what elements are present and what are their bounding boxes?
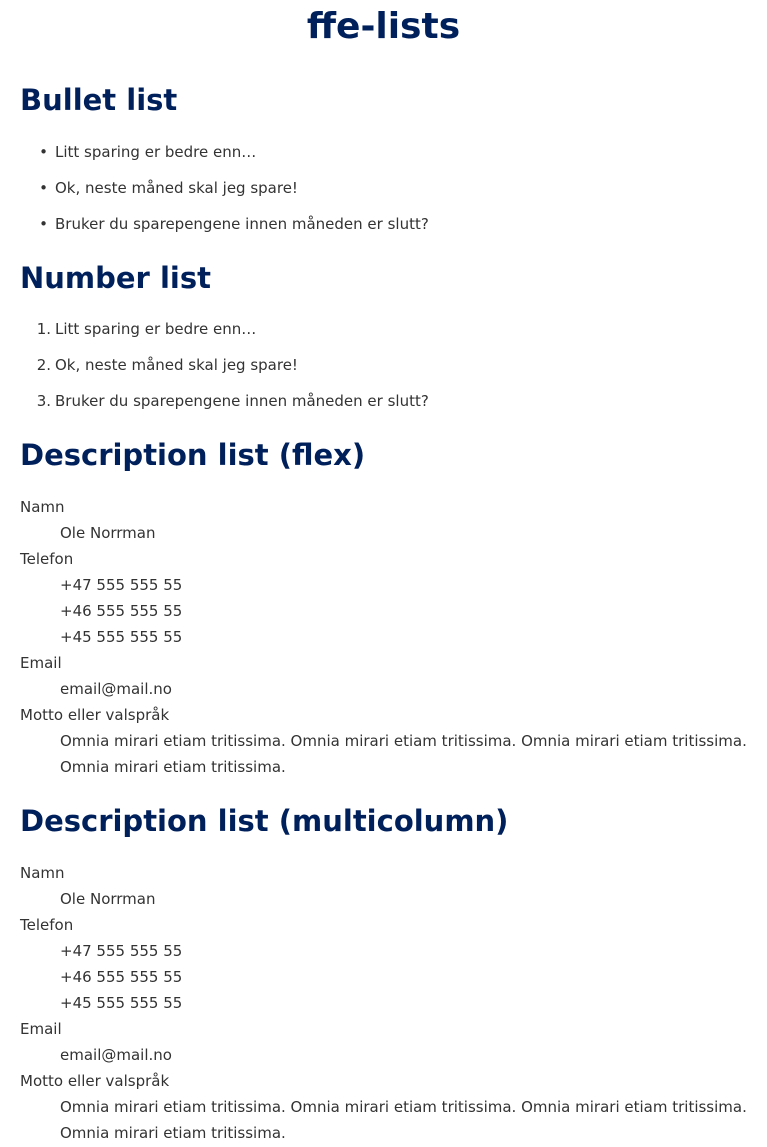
detail-motto: Omnia mirari etiam tritissima. Omnia mir…	[60, 732, 747, 776]
term-motto: Motto eller valspråk	[20, 706, 170, 724]
detail-phone: +45 555 555 55	[60, 628, 183, 646]
detail-phone: +46 555 555 55	[60, 602, 183, 620]
detail-phone: +47 555 555 55	[60, 942, 183, 960]
detail-phone: +46 555 555 55	[60, 968, 183, 986]
detail-name: Ole Norrman	[60, 524, 156, 542]
number-marker: 1.	[36, 320, 51, 338]
description-list-flex-heading: Description list (flex)	[20, 438, 366, 472]
list-item: 3. Bruker du sparepengene innen måneden e…	[20, 391, 429, 427]
term-name: Namn	[20, 864, 65, 882]
detail-motto: Omnia mirari etiam tritissima. Omnia mir…	[60, 1098, 747, 1142]
term-phone: Telefon	[20, 916, 74, 934]
bullet-marker: •	[39, 215, 48, 233]
term-name: Namn	[20, 498, 65, 516]
list-item-text: Ok, neste måned skal jeg spare!	[55, 179, 298, 197]
list-item-text: Litt sparing er bedre enn…	[55, 320, 257, 338]
description-list-multicolumn: Namn Ole Norrman Telefon +47 555 555 55 …	[20, 860, 747, 1146]
description-list-multicolumn-heading: Description list (multicolumn)	[20, 804, 509, 838]
list-item: • Ok, neste måned skal jeg spare!	[20, 178, 429, 214]
list-item-text: Litt sparing er bedre enn…	[55, 143, 257, 161]
bullet-marker: •	[39, 143, 48, 161]
detail-phone: +45 555 555 55	[60, 994, 183, 1012]
page-title: ffe-lists	[306, 6, 461, 47]
number-list: 1. Litt sparing er bedre enn… 2. Ok, neste…	[20, 319, 429, 427]
bullet-list: • Litt sparing er bedre enn… • Ok, neste m…	[20, 142, 429, 250]
detail-email: email@mail.no	[60, 680, 172, 698]
description-list-flex: Namn Ole Norrman Telefon +47 555 555 55 …	[20, 494, 747, 780]
detail-email: email@mail.no	[60, 1046, 172, 1064]
term-email: Email	[20, 1020, 62, 1038]
list-item: • Litt sparing er bedre enn…	[20, 142, 429, 178]
list-item: 1. Litt sparing er bedre enn…	[20, 319, 429, 355]
list-item-text: Ok, neste måned skal jeg spare!	[55, 356, 298, 374]
number-list-heading: Number list	[20, 261, 211, 295]
number-marker: 3.	[36, 392, 51, 410]
list-item-text: Bruker du sparepengene innen måneden er …	[55, 215, 429, 233]
term-email: Email	[20, 654, 62, 672]
detail-name: Ole Norrman	[60, 890, 156, 908]
list-item-text: Bruker du sparepengene innen måneden er …	[55, 392, 429, 410]
number-marker: 2.	[36, 356, 51, 374]
term-motto: Motto eller valspråk	[20, 1072, 170, 1090]
list-item: • Bruker du sparepengene innen måneden er…	[20, 214, 429, 250]
list-item: 2. Ok, neste måned skal jeg spare!	[20, 355, 429, 391]
bullet-list-heading: Bullet list	[20, 83, 178, 117]
bullet-marker: •	[39, 179, 48, 197]
term-phone: Telefon	[20, 550, 74, 568]
detail-phone: +47 555 555 55	[60, 576, 183, 594]
